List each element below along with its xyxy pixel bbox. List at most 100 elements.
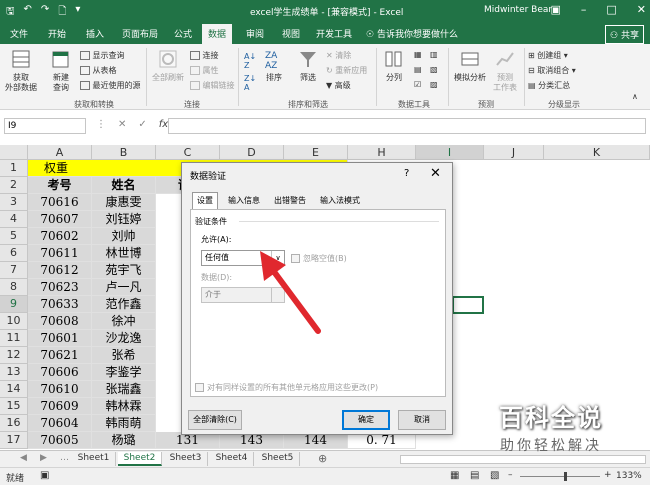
student-name-cell[interactable]: 徐冲 xyxy=(92,313,156,330)
row-header[interactable]: 3 xyxy=(0,194,28,211)
more-sheets-icon[interactable]: … xyxy=(60,453,69,463)
ungroup-button[interactable]: ⊟ 取消组合 ▾ xyxy=(528,65,576,76)
page-layout-view-icon[interactable]: ▤ xyxy=(470,470,479,481)
selected-cell-i9[interactable] xyxy=(452,296,484,314)
minimize-icon[interactable]: – xyxy=(581,3,587,16)
text-to-columns-button[interactable]: 分列 xyxy=(382,48,406,83)
header-cell-exam-id[interactable]: 考号 xyxy=(28,177,92,194)
student-name-cell[interactable]: 张希 xyxy=(92,347,156,364)
from-table-button[interactable]: 从表格 xyxy=(80,65,117,76)
exam-id-cell[interactable]: 70611 xyxy=(28,245,92,262)
insert-function-icon[interactable]: fx xyxy=(159,119,168,130)
student-name-cell[interactable]: 康惠雯 xyxy=(92,194,156,211)
row-header[interactable]: 16 xyxy=(0,415,28,432)
data-validation-icon[interactable]: ☑ xyxy=(414,80,421,89)
column-header-k[interactable]: K xyxy=(544,145,650,160)
row-header[interactable]: 17 xyxy=(0,432,28,449)
edit-links-button[interactable]: 编辑链接 xyxy=(190,80,235,91)
group-button[interactable]: ⊞ 创建组 ▾ xyxy=(528,50,568,61)
row-header[interactable]: 15 xyxy=(0,398,28,415)
apply-to-all-checkbox[interactable] xyxy=(195,383,204,392)
exam-id-cell[interactable]: 70607 xyxy=(28,211,92,228)
exam-id-cell[interactable]: 70605 xyxy=(28,432,92,449)
flash-fill-icon[interactable]: ▦ xyxy=(414,50,422,59)
sort-button[interactable]: ZA AZ 排序 xyxy=(262,48,286,83)
filter-button[interactable]: 筛选 xyxy=(296,48,320,83)
macro-record-icon[interactable]: ▣ xyxy=(40,470,49,481)
row-header[interactable]: 4 xyxy=(0,211,28,228)
relationships-icon[interactable]: ▧ xyxy=(430,65,438,74)
student-name-cell[interactable]: 韩林霖 xyxy=(92,398,156,415)
sheet-tab-sheet4[interactable]: Sheet4 xyxy=(210,452,254,466)
more-options-icon[interactable]: ⋮ xyxy=(96,119,106,130)
student-name-cell[interactable]: 沙龙逸 xyxy=(92,330,156,347)
exam-id-cell[interactable]: 70606 xyxy=(28,364,92,381)
maximize-icon[interactable]: □ xyxy=(606,3,616,16)
tab-review[interactable]: 审阅 xyxy=(246,27,264,40)
get-external-data-button[interactable]: 获取 外部数据 xyxy=(4,48,38,93)
exam-id-cell[interactable]: 70610 xyxy=(28,381,92,398)
tab-page-layout[interactable]: 页面布局 xyxy=(122,27,158,40)
tab-view[interactable]: 视图 xyxy=(282,27,300,40)
new-file-icon[interactable]: 🗋 xyxy=(58,4,66,21)
tab-developer[interactable]: 开发工具 xyxy=(316,27,352,40)
exam-id-cell[interactable]: 70616 xyxy=(28,194,92,211)
column-header-i[interactable]: I xyxy=(416,145,484,160)
student-name-cell[interactable]: 卢一凡 xyxy=(92,279,156,296)
customize-qat-icon[interactable]: ▾ xyxy=(75,4,80,21)
subtotal-button[interactable]: ▤ 分类汇总 xyxy=(528,80,570,91)
exam-id-cell[interactable]: 70612 xyxy=(28,262,92,279)
column-header-h[interactable]: H xyxy=(348,145,416,160)
sheet-tab-sheet1[interactable]: Sheet1 xyxy=(72,452,116,466)
new-query-button[interactable]: 新建 查询 xyxy=(46,48,76,93)
formula-input[interactable] xyxy=(168,118,646,134)
row-header[interactable]: 13 xyxy=(0,364,28,381)
sheet-tab-sheet3[interactable]: Sheet3 xyxy=(164,452,208,466)
cancel-entry-icon[interactable]: ✕ xyxy=(118,119,126,130)
scroll-left-icon[interactable]: ◀ xyxy=(20,453,27,463)
row-header[interactable]: 14 xyxy=(0,381,28,398)
column-header-d[interactable]: D xyxy=(220,145,284,160)
exam-id-cell[interactable]: 70604 xyxy=(28,415,92,432)
tab-formulas[interactable]: 公式 xyxy=(174,27,192,40)
row-header[interactable]: 11 xyxy=(0,330,28,347)
zoom-in-icon[interactable]: + xyxy=(604,470,612,480)
connections-button[interactable]: 连接 xyxy=(190,50,219,61)
horizontal-scrollbar[interactable] xyxy=(400,455,646,464)
tab-home[interactable]: 开始 xyxy=(48,27,66,40)
clear-filter-button[interactable]: ✕ 清除 xyxy=(326,50,351,61)
zoom-out-icon[interactable]: – xyxy=(508,470,513,480)
confirm-entry-icon[interactable]: ✓ xyxy=(138,119,146,130)
dialog-tab-input-message[interactable]: 输入信息 xyxy=(224,194,264,209)
row-header[interactable]: 5 xyxy=(0,228,28,245)
column-header-a[interactable]: A xyxy=(28,145,92,160)
undo-icon[interactable]: ↶ xyxy=(24,4,32,21)
exam-id-cell[interactable]: 70609 xyxy=(28,398,92,415)
dialog-close-icon[interactable]: ✕ xyxy=(430,166,441,181)
row-header[interactable]: 7 xyxy=(0,262,28,279)
tell-me-search[interactable]: ☉ 告诉我你想要做什么 xyxy=(366,27,458,40)
tab-insert[interactable]: 插入 xyxy=(86,27,104,40)
remove-duplicates-icon[interactable]: ▤ xyxy=(414,65,422,74)
student-name-cell[interactable]: 范作鑫 xyxy=(92,296,156,313)
row-header-selected[interactable]: 9 xyxy=(0,296,28,313)
exam-id-cell[interactable]: 70601 xyxy=(28,330,92,347)
dialog-tab-ime-mode[interactable]: 输入法模式 xyxy=(316,194,364,209)
row-header[interactable]: 6 xyxy=(0,245,28,262)
student-name-cell[interactable]: 苑宇飞 xyxy=(92,262,156,279)
student-name-cell[interactable]: 林世博 xyxy=(92,245,156,262)
student-name-cell[interactable]: 刘钰婷 xyxy=(92,211,156,228)
student-name-cell[interactable]: 韩雨萌 xyxy=(92,415,156,432)
tab-data[interactable]: 数据 xyxy=(202,24,233,44)
sort-az-icon[interactable]: A↓ Z xyxy=(244,52,256,70)
what-if-analysis-button[interactable]: 模拟分析 xyxy=(452,48,488,83)
header-cell-name[interactable]: 姓名 xyxy=(92,177,156,194)
exam-id-cell[interactable]: 70608 xyxy=(28,313,92,330)
row-header[interactable]: 8 xyxy=(0,279,28,296)
scroll-right-icon[interactable]: ▶ xyxy=(40,453,47,463)
close-icon[interactable]: ✕ xyxy=(637,3,646,16)
column-header-j[interactable]: J xyxy=(484,145,544,160)
share-button[interactable]: ⚇ 共享 xyxy=(605,25,644,44)
manage-data-model-icon[interactable]: ▨ xyxy=(430,80,438,89)
dialog-tab-settings[interactable]: 设置 xyxy=(192,192,218,210)
